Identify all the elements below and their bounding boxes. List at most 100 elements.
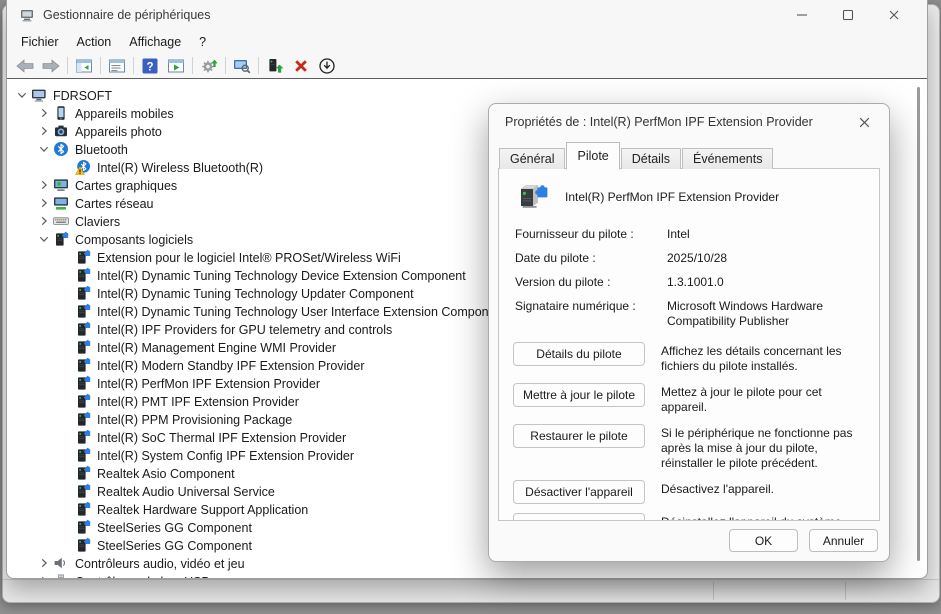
dialog-title-bar: Propriétés de : Intel(R) PerfMon IPF Ext… [489,104,889,140]
menu-item-action[interactable]: Action [68,33,121,51]
tree-item[interactable]: Contrôleurs de bus USB [7,572,927,578]
chevron-down-icon[interactable] [35,231,52,247]
tree-item-label: Realtek Audio Universal Service [97,484,275,499]
window-title: Gestionnaire de périphériques [43,8,210,22]
driver-action-row: Restaurer le pilote Si le périphérique ne… [513,424,865,471]
maximize-button[interactable] [825,1,871,29]
action-pane-icon [167,57,185,75]
chevron-right-icon[interactable] [35,213,52,229]
mettre-à-jour-le-pilote-button[interactable]: Mettre à jour le pilote [513,383,645,407]
phone-icon [53,105,69,121]
toolbar-scan-hardware-changes-button[interactable] [196,55,222,77]
désactiver-l-appareil-button[interactable]: Désactiver l'appareil [513,480,645,504]
tab-événements[interactable]: Événements [682,148,773,169]
chevron-spacer [57,159,74,175]
chevron-right-icon[interactable] [35,555,52,571]
action-description: Si le périphérique ne fonctionne pas apr… [661,424,865,471]
toolbar-forward-button[interactable] [38,55,64,77]
bluetooth-warning-icon [75,159,91,175]
keyboard-icon [53,213,69,229]
chevron-spacer [57,411,74,427]
usb-icon [53,573,69,578]
tree-item[interactable]: FDRSOFT [7,86,927,104]
chip-icon [75,267,91,283]
détails-du-pilote-button[interactable]: Détails du pilote [513,342,645,366]
tree-item-label: Bluetooth [75,142,128,157]
restaurer-le-pilote-button[interactable]: Restaurer le pilote [513,424,645,448]
dialog-footer: OK Annuler [729,529,878,552]
menu-item-fichier[interactable]: Fichier [12,33,68,51]
toolbar-action-pane-button[interactable] [163,55,189,77]
tab-pilote[interactable]: Pilote [566,142,619,170]
chevron-right-icon[interactable] [35,105,52,121]
chip-icon [75,501,91,517]
toolbar-disable-device-button[interactable] [314,55,340,77]
chevron-spacer [57,393,74,409]
tab-général[interactable]: Général [499,148,565,169]
title-bar: Gestionnaire de périphériques [7,0,927,30]
chip-icon [75,537,91,553]
field-value: Intel [667,227,865,242]
close-button[interactable] [871,1,917,29]
toolbar-back-button[interactable] [12,55,38,77]
driver-tab-page: Intel(R) PerfMon IPF Extension Provider … [498,168,880,521]
remote-computer-icon [233,57,251,75]
device-icon [515,181,549,213]
chevron-spacer [57,357,74,373]
chevron-spacer [57,321,74,337]
toolbar-properties-button[interactable] [104,55,130,77]
chevron-down-icon[interactable] [35,141,52,157]
chevron-spacer [57,267,74,283]
ok-button[interactable]: OK [729,529,798,552]
toolbar-show-console-tree-button[interactable] [71,55,97,77]
chevron-right-icon[interactable] [35,177,52,193]
toolbar-remote-computer-button[interactable] [229,55,255,77]
field-label: Version du pilote : [515,275,667,290]
chip-icon [75,429,91,445]
dialog-title: Propriétés de : Intel(R) PerfMon IPF Ext… [505,115,855,129]
field-label: Date du pilote : [515,251,667,266]
chevron-right-icon[interactable] [35,195,52,211]
menu-item-help[interactable]: ? [190,33,215,51]
chevron-spacer [57,375,74,391]
statusbar-separator [713,582,714,600]
dialog-close-button[interactable] [855,113,873,131]
chip-icon [75,303,91,319]
chevron-down-icon[interactable] [13,87,30,103]
minimize-button[interactable] [779,1,825,29]
disable-device-icon [318,57,336,75]
driver-action-row: Désinstaller l'appareilDésinstallez l'ap… [513,513,865,521]
action-description: Affichez les détails concernant les fich… [661,342,865,374]
toolbar-separator [133,57,134,74]
toolbar-help-button[interactable]: ? [137,55,163,77]
forward-icon [42,57,60,75]
tree-item-label: Intel(R) Dynamic Tuning Technology Updat… [97,286,414,301]
field-label: Signataire numérique : [515,299,667,329]
chevron-right-icon[interactable] [35,123,52,139]
tree-item-label: Appareils photo [75,124,162,139]
tree-item-label: Intel(R) PMT IPF Extension Provider [97,394,299,409]
cancel-button[interactable]: Annuler [809,529,878,552]
chip-icon [75,321,91,337]
tree-item-label: Intel(R) PerfMon IPF Extension Provider [97,376,320,391]
driver-action-row: Désactiver l'appareilDésactivez l'appare… [513,480,865,504]
field-label: Fournisseur du pilote : [515,227,667,242]
toolbar-update-driver-button[interactable] [262,55,288,77]
chip-icon [75,357,91,373]
chevron-right-icon[interactable] [35,573,52,578]
tree-item-label: Intel(R) IPF Providers for GPU telemetry… [97,322,392,337]
dialog-tabs: GénéralPiloteDétailsÉvénements [499,143,774,169]
tab-détails[interactable]: Détails [621,148,681,169]
toolbar-uninstall-device-button[interactable] [288,55,314,77]
désinstaller-l-appareil-button[interactable]: Désinstaller l'appareil [513,513,645,521]
properties-dialog: Propriétés de : Intel(R) PerfMon IPF Ext… [488,103,890,562]
tree-item-label: Contrôleurs de bus USB [75,574,210,579]
tree-item-label: Cartes réseau [75,196,154,211]
menu-item-affichage[interactable]: Affichage [120,33,190,51]
speaker-icon [53,555,69,571]
window-controls [779,1,917,29]
toolbar-separator [258,57,259,74]
tree-scrollbar[interactable] [917,87,920,561]
scan-hardware-changes-icon [200,57,218,75]
tree-item-label: FDRSOFT [53,88,112,103]
